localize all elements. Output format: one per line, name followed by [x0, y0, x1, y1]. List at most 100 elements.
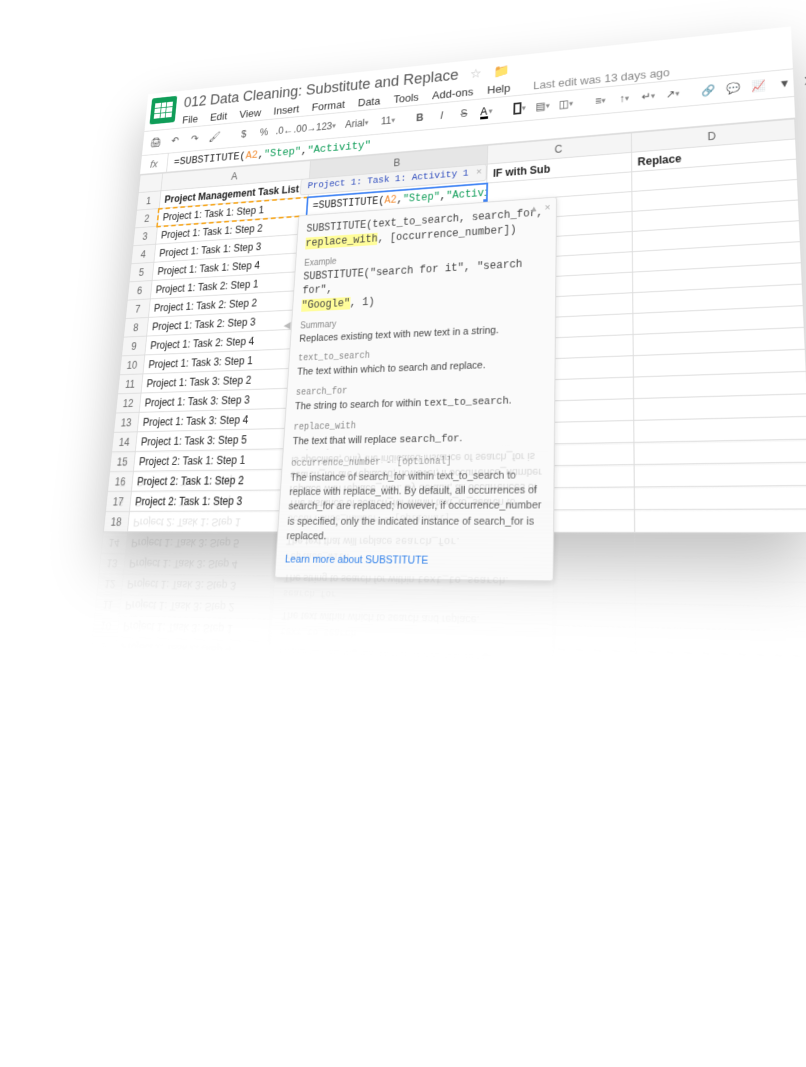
chart-button[interactable]: 📈: [748, 75, 770, 96]
cell-d15[interactable]: [634, 439, 806, 464]
paint-format-button[interactable]: 🖌: [136, 896, 158, 922]
num-format-button[interactable]: 123: [316, 117, 335, 136]
undo-button[interactable]: ↶: [91, 892, 112, 918]
fill-color-button[interactable]: [493, 928, 516, 957]
menu-help[interactable]: Help: [487, 82, 510, 97]
sheets-logo-icon[interactable]: [150, 96, 178, 125]
cell-a9[interactable]: Project 1: Task 2: Step 4: [115, 637, 280, 664]
cell-d17[interactable]: [634, 485, 806, 509]
row-header[interactable]: 13: [99, 553, 125, 574]
row-header[interactable]: 3: [77, 767, 104, 791]
cell-a1[interactable]: Project Management Task List: [97, 814, 267, 850]
cell-a11[interactable]: Project 1: Task 3: Step 2: [119, 595, 282, 620]
cell-c10[interactable]: [476, 624, 636, 652]
cell-b8[interactable]: [276, 664, 475, 694]
bold-button[interactable]: B: [375, 917, 398, 945]
cell-d18[interactable]: [634, 509, 806, 533]
formula-bar-input[interactable]: =SUBSTITUTE(A2,"Step","Activity": [97, 862, 806, 953]
cell-c3[interactable]: [471, 791, 636, 827]
cell-a18[interactable]: [127, 511, 288, 532]
row-header[interactable]: 5: [81, 723, 108, 746]
cell-d9[interactable]: [635, 652, 806, 682]
cell-a17[interactable]: Project 2: Task 1: Step 3: [129, 490, 289, 511]
strike-button[interactable]: S: [454, 103, 473, 123]
row-header[interactable]: 8: [124, 317, 149, 337]
menu-data[interactable]: Data: [358, 95, 381, 109]
redo-button[interactable]: ↷: [186, 129, 204, 148]
percent-button[interactable]: %: [194, 901, 216, 927]
star-icon[interactable]: ☆: [443, 982, 457, 1004]
filter-button[interactable]: ▼: [773, 73, 796, 95]
sheets-logo-icon[interactable]: [64, 927, 97, 967]
cell-a2[interactable]: Project 1: Task 1: Step 1: [99, 791, 268, 826]
cell-a13[interactable]: Project 1: Task 3: Step 4: [123, 553, 285, 576]
col-header-A[interactable]: A: [95, 837, 266, 874]
menu-tools[interactable]: Tools: [393, 91, 419, 106]
cell-c6[interactable]: [473, 718, 636, 750]
cell-c7[interactable]: [474, 694, 636, 725]
folder-icon[interactable]: 📁: [493, 64, 509, 80]
cell-a10[interactable]: Project 1: Task 3: Step 1: [117, 616, 281, 642]
cell-a14[interactable]: Project 1: Task 3: Step 5: [135, 428, 293, 451]
cell-b3[interactable]: [269, 779, 472, 816]
row-header[interactable]: 16: [108, 471, 133, 491]
merge-button[interactable]: ◫: [556, 94, 576, 115]
cell-c11[interactable]: [476, 601, 635, 627]
collapse-handle-icon[interactable]: ◀: [260, 659, 269, 675]
undo-button[interactable]: ↶: [166, 131, 184, 150]
rotate-button[interactable]: ↗: [675, 945, 700, 975]
cell-b11[interactable]: [281, 598, 477, 624]
cell-d2[interactable]: [637, 826, 806, 866]
row-header[interactable]: 10: [93, 615, 119, 637]
row-header[interactable]: 10: [120, 355, 145, 375]
rotate-button[interactable]: ↗: [662, 83, 683, 104]
col-header-B[interactable]: B: [264, 850, 470, 891]
wrap-button[interactable]: ↵: [638, 86, 659, 107]
star-icon[interactable]: ☆: [470, 66, 482, 81]
cell-d4[interactable]: [636, 775, 806, 812]
menu-format[interactable]: Format: [256, 939, 296, 960]
font-select[interactable]: Arial: [302, 911, 324, 938]
link-button[interactable]: 🔗: [719, 949, 745, 979]
cell-d11[interactable]: [635, 604, 806, 632]
close-icon[interactable]: ×: [457, 848, 464, 862]
row-header[interactable]: 7: [86, 679, 113, 702]
cell-b1[interactable]: [266, 826, 471, 866]
row-header[interactable]: 1: [72, 812, 99, 837]
cell-a4[interactable]: Project 1: Task 1: Step 3: [104, 746, 272, 778]
cell-d13[interactable]: [635, 557, 806, 582]
cell-d10[interactable]: [635, 628, 806, 657]
strike-button[interactable]: S: [427, 922, 450, 950]
menu-add-ons[interactable]: Add-ons: [399, 954, 449, 977]
cell-a14[interactable]: Project 1: Task 3: Step 5: [125, 533, 286, 555]
cell-c8[interactable]: [474, 670, 635, 700]
select-all-cell[interactable]: [70, 835, 97, 860]
cell-a8[interactable]: Project 1: Task 2: Step 3: [113, 659, 278, 687]
menu-format[interactable]: Format: [311, 98, 345, 113]
row-header[interactable]: 9: [90, 637, 116, 659]
row-header[interactable]: 12: [97, 574, 123, 595]
cell-d7[interactable]: [636, 700, 806, 733]
collapse-handle-icon[interactable]: ◀: [283, 319, 291, 333]
row-header[interactable]: 15: [110, 451, 135, 471]
borders-button[interactable]: ▤: [521, 931, 545, 960]
select-all-cell[interactable]: [138, 173, 162, 192]
dec-dec-button[interactable]: .0←: [275, 121, 294, 140]
menu-tools[interactable]: Tools: [353, 949, 384, 970]
cell-c9[interactable]: [475, 647, 636, 676]
close-icon[interactable]: ×: [476, 167, 482, 178]
currency-button[interactable]: $: [235, 125, 253, 144]
menu-data[interactable]: Data: [311, 945, 339, 965]
dec-inc-button[interactable]: .00→: [296, 119, 315, 138]
menu-view[interactable]: View: [171, 931, 198, 950]
dec-inc-button[interactable]: .00→: [241, 905, 263, 932]
link-button[interactable]: 🔗: [698, 80, 720, 101]
cell-d14[interactable]: [634, 416, 806, 442]
cell-b4[interactable]: [270, 755, 472, 790]
menu-help[interactable]: Help: [465, 960, 493, 981]
redo-button[interactable]: ↷: [114, 894, 135, 920]
cell-d3[interactable]: [637, 801, 806, 839]
cell-d16[interactable]: [634, 462, 806, 487]
row-header[interactable]: 11: [118, 374, 143, 394]
cell-a7[interactable]: Project 1: Task 2: Step 2: [110, 680, 276, 709]
